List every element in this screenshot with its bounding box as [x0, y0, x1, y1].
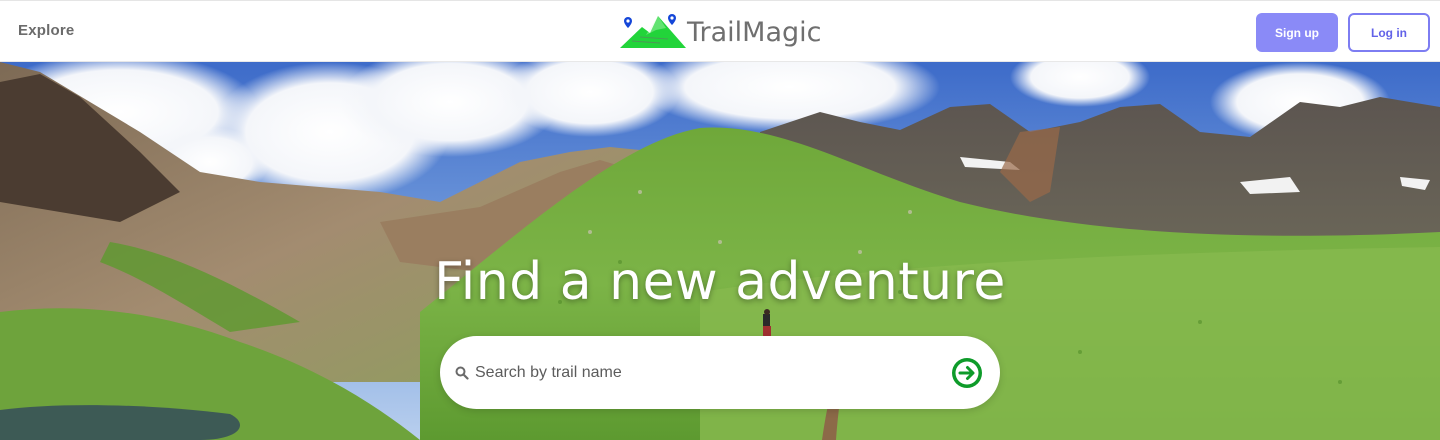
brand-logo-link[interactable]: TrailMagic [620, 13, 822, 51]
trail-search-bar [440, 336, 1000, 409]
trail-search-input[interactable] [473, 356, 943, 389]
arrow-right-circle-icon [952, 358, 982, 388]
hero-section: Find a new adventure [0, 62, 1440, 440]
brand-name: TrailMagic [687, 16, 822, 48]
hero-title: Find a new adventure [434, 252, 1006, 312]
search-submit-button[interactable] [951, 357, 983, 389]
login-button[interactable]: Log in [1348, 13, 1430, 52]
top-navbar: Explore TrailMagic Sign up Log in [0, 0, 1440, 62]
search-icon [455, 366, 469, 380]
nav-explore-link[interactable]: Explore [18, 22, 74, 39]
signup-button[interactable]: Sign up [1256, 13, 1338, 52]
mountain-logo-icon [620, 14, 686, 48]
